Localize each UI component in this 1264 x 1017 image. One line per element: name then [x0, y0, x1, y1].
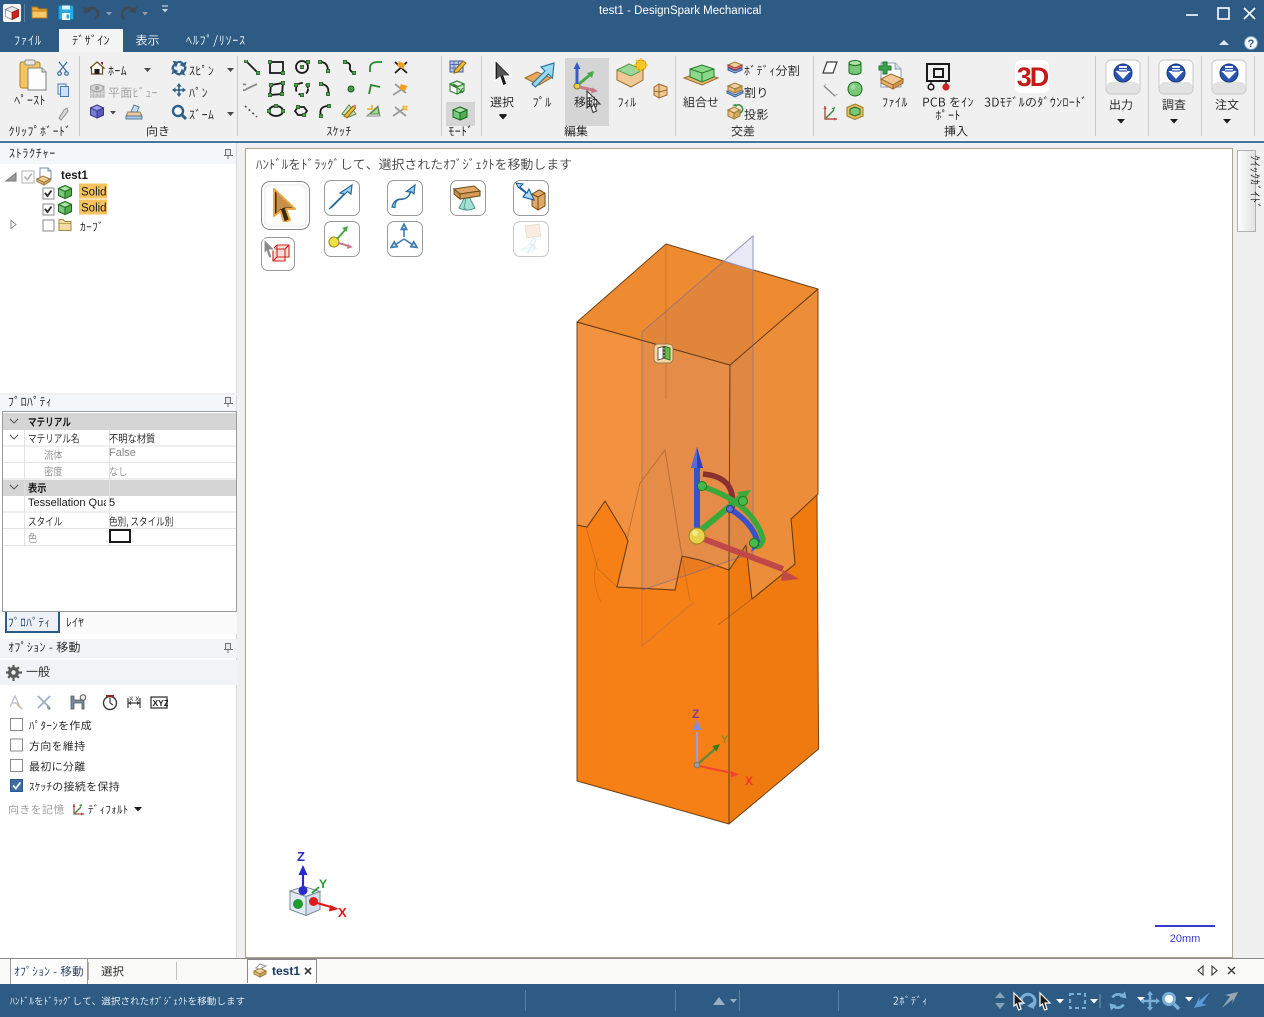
svg-text:X: X [745, 774, 753, 788]
svg-text:20mm: 20mm [1170, 933, 1201, 945]
svg-text:?: ? [1248, 38, 1255, 50]
svg-text:XYZ: XYZ [153, 698, 169, 708]
svg-text:Z: Z [297, 849, 305, 864]
svg-text:Solid: Solid [81, 203, 107, 215]
svg-text:Y: Y [721, 734, 729, 746]
svg-text:Y: Y [319, 877, 327, 891]
svg-text:Solid: Solid [81, 187, 107, 199]
svg-text:X X: X X [129, 696, 140, 703]
svg-text:Z: Z [692, 707, 699, 721]
svg-text:3D: 3D [1017, 62, 1049, 92]
svg-text:X: X [338, 905, 347, 920]
